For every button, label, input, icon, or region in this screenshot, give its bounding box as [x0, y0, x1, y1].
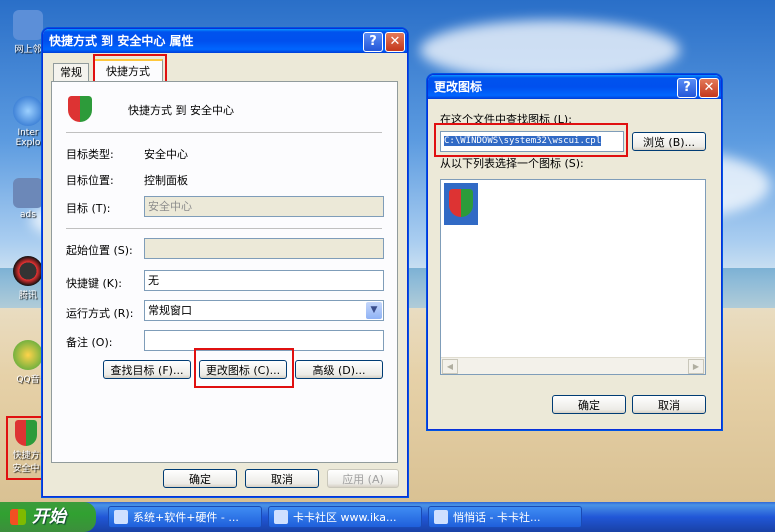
desktop-icon-label: 网上邻	[14, 45, 42, 55]
shield-icon	[449, 189, 473, 217]
start-in-label: 起始位置 (S):	[66, 244, 133, 257]
comment-label: 备注 (O):	[66, 336, 113, 349]
run-select[interactable]: 常规窗口 ▼	[144, 300, 384, 321]
qqmusic-icon	[13, 340, 43, 370]
horizontal-scrollbar[interactable]: ◀ ▶	[441, 357, 705, 374]
tab-general[interactable]: 常规	[53, 63, 89, 82]
cancel-button[interactable]: 取消	[632, 395, 706, 414]
properties-window: 快捷方式 到 安全中心 属性 ? ✕ 常规 快捷方式 快捷方式 到 安全中心 目…	[42, 28, 408, 497]
ie-icon	[114, 510, 128, 524]
cancel-button[interactable]: 取消	[245, 469, 319, 488]
target-location-value: 控制面板	[144, 174, 188, 187]
taskbar-item-label: 悄悄话 - 卡卡社...	[453, 511, 541, 524]
target-type-value: 安全中心	[144, 148, 188, 161]
shortcut-name: 快捷方式 到 安全中心	[128, 104, 234, 117]
properties-titlebar: 快捷方式 到 安全中心 属性 ? ✕	[43, 29, 407, 53]
close-button[interactable]: ✕	[699, 78, 719, 98]
divider	[66, 228, 382, 229]
start-button[interactable]: 开始	[0, 502, 96, 532]
taskbar-item[interactable]: 悄悄话 - 卡卡社...	[428, 506, 582, 528]
window-title: 更改图标	[434, 80, 483, 94]
window-title: 快捷方式 到 安全中心 属性	[49, 34, 194, 48]
icon-list-label: 从以下列表选择一个图标 (S):	[440, 157, 584, 170]
advanced-button[interactable]: 高级 (D)...	[295, 360, 383, 379]
start-label: 开始	[32, 507, 66, 527]
highlight-box-desktop-shortcut	[6, 416, 46, 480]
ie-icon	[274, 510, 288, 524]
help-button[interactable]: ?	[363, 32, 383, 52]
taskbar: 开始 系统+软件+硬件 - ... 卡卡社区 www.ika... 悄悄话 - …	[0, 502, 775, 532]
target-type-label: 目标类型:	[66, 148, 114, 161]
close-button[interactable]: ✕	[385, 32, 405, 52]
qq-icon	[13, 256, 43, 286]
ie-icon	[13, 96, 43, 126]
apply-button[interactable]: 应用 (A)	[327, 469, 399, 488]
highlight-box-change-icon	[194, 348, 294, 388]
desktop: 网上邻 Inter Explo ads 腾讯 QQ音 快捷方 安全中 快捷方式 …	[0, 0, 775, 502]
ok-button[interactable]: 确定	[163, 469, 237, 488]
browse-button[interactable]: 浏览 (B)...	[632, 132, 706, 151]
highlight-box-path	[434, 123, 628, 157]
start-in-field[interactable]	[144, 238, 384, 259]
icon-list[interactable]: ◀ ▶	[440, 179, 706, 375]
windows-logo-icon	[10, 509, 26, 525]
desktop-icon-label: 腾讯	[18, 291, 37, 301]
change-icon-window: 更改图标 ? ✕ 在这个文件中查找图标 (L): C:\WINDOWS\syst…	[427, 74, 722, 430]
help-button[interactable]: ?	[677, 78, 697, 98]
tab-panel: 快捷方式 到 安全中心 目标类型: 安全中心 目标位置: 控制面板 目标 (T)…	[51, 81, 398, 463]
run-select-value: 常规窗口	[148, 304, 192, 317]
scroll-right-icon[interactable]: ▶	[688, 359, 704, 374]
ok-button[interactable]: 确定	[552, 395, 626, 414]
hotkey-field[interactable]: 无	[144, 270, 384, 291]
desktop-icon-label: QQ音	[16, 375, 40, 385]
network-icon	[13, 10, 43, 40]
tab-label: 常规	[60, 66, 82, 79]
ie-icon	[434, 510, 448, 524]
cloud	[420, 20, 680, 80]
change-icon-titlebar: 更改图标 ? ✕	[428, 75, 721, 99]
desktop-icon-label: ads	[20, 210, 36, 220]
taskbar-item-label: 卡卡社区 www.ika...	[293, 511, 397, 524]
scroll-left-icon[interactable]: ◀	[442, 359, 458, 374]
run-label: 运行方式 (R):	[66, 307, 134, 320]
hotkey-label: 快捷键 (K):	[66, 277, 122, 290]
icon-item-selected[interactable]	[444, 183, 478, 225]
security-center-icon	[68, 96, 92, 122]
desktop-icon-label: Inter Explo	[15, 128, 41, 148]
target-label: 目标 (T):	[66, 202, 111, 215]
chevron-down-icon[interactable]: ▼	[366, 302, 382, 319]
divider	[66, 132, 382, 133]
taskbar-item-label: 系统+软件+硬件 - ...	[133, 511, 239, 524]
find-target-button[interactable]: 查找目标 (F)...	[103, 360, 191, 379]
taskbar-item[interactable]: 系统+软件+硬件 - ...	[108, 506, 262, 528]
shortcut-icon	[13, 178, 43, 208]
target-field[interactable]: 安全中心	[144, 196, 384, 217]
target-location-label: 目标位置:	[66, 174, 114, 187]
taskbar-item[interactable]: 卡卡社区 www.ika...	[268, 506, 422, 528]
